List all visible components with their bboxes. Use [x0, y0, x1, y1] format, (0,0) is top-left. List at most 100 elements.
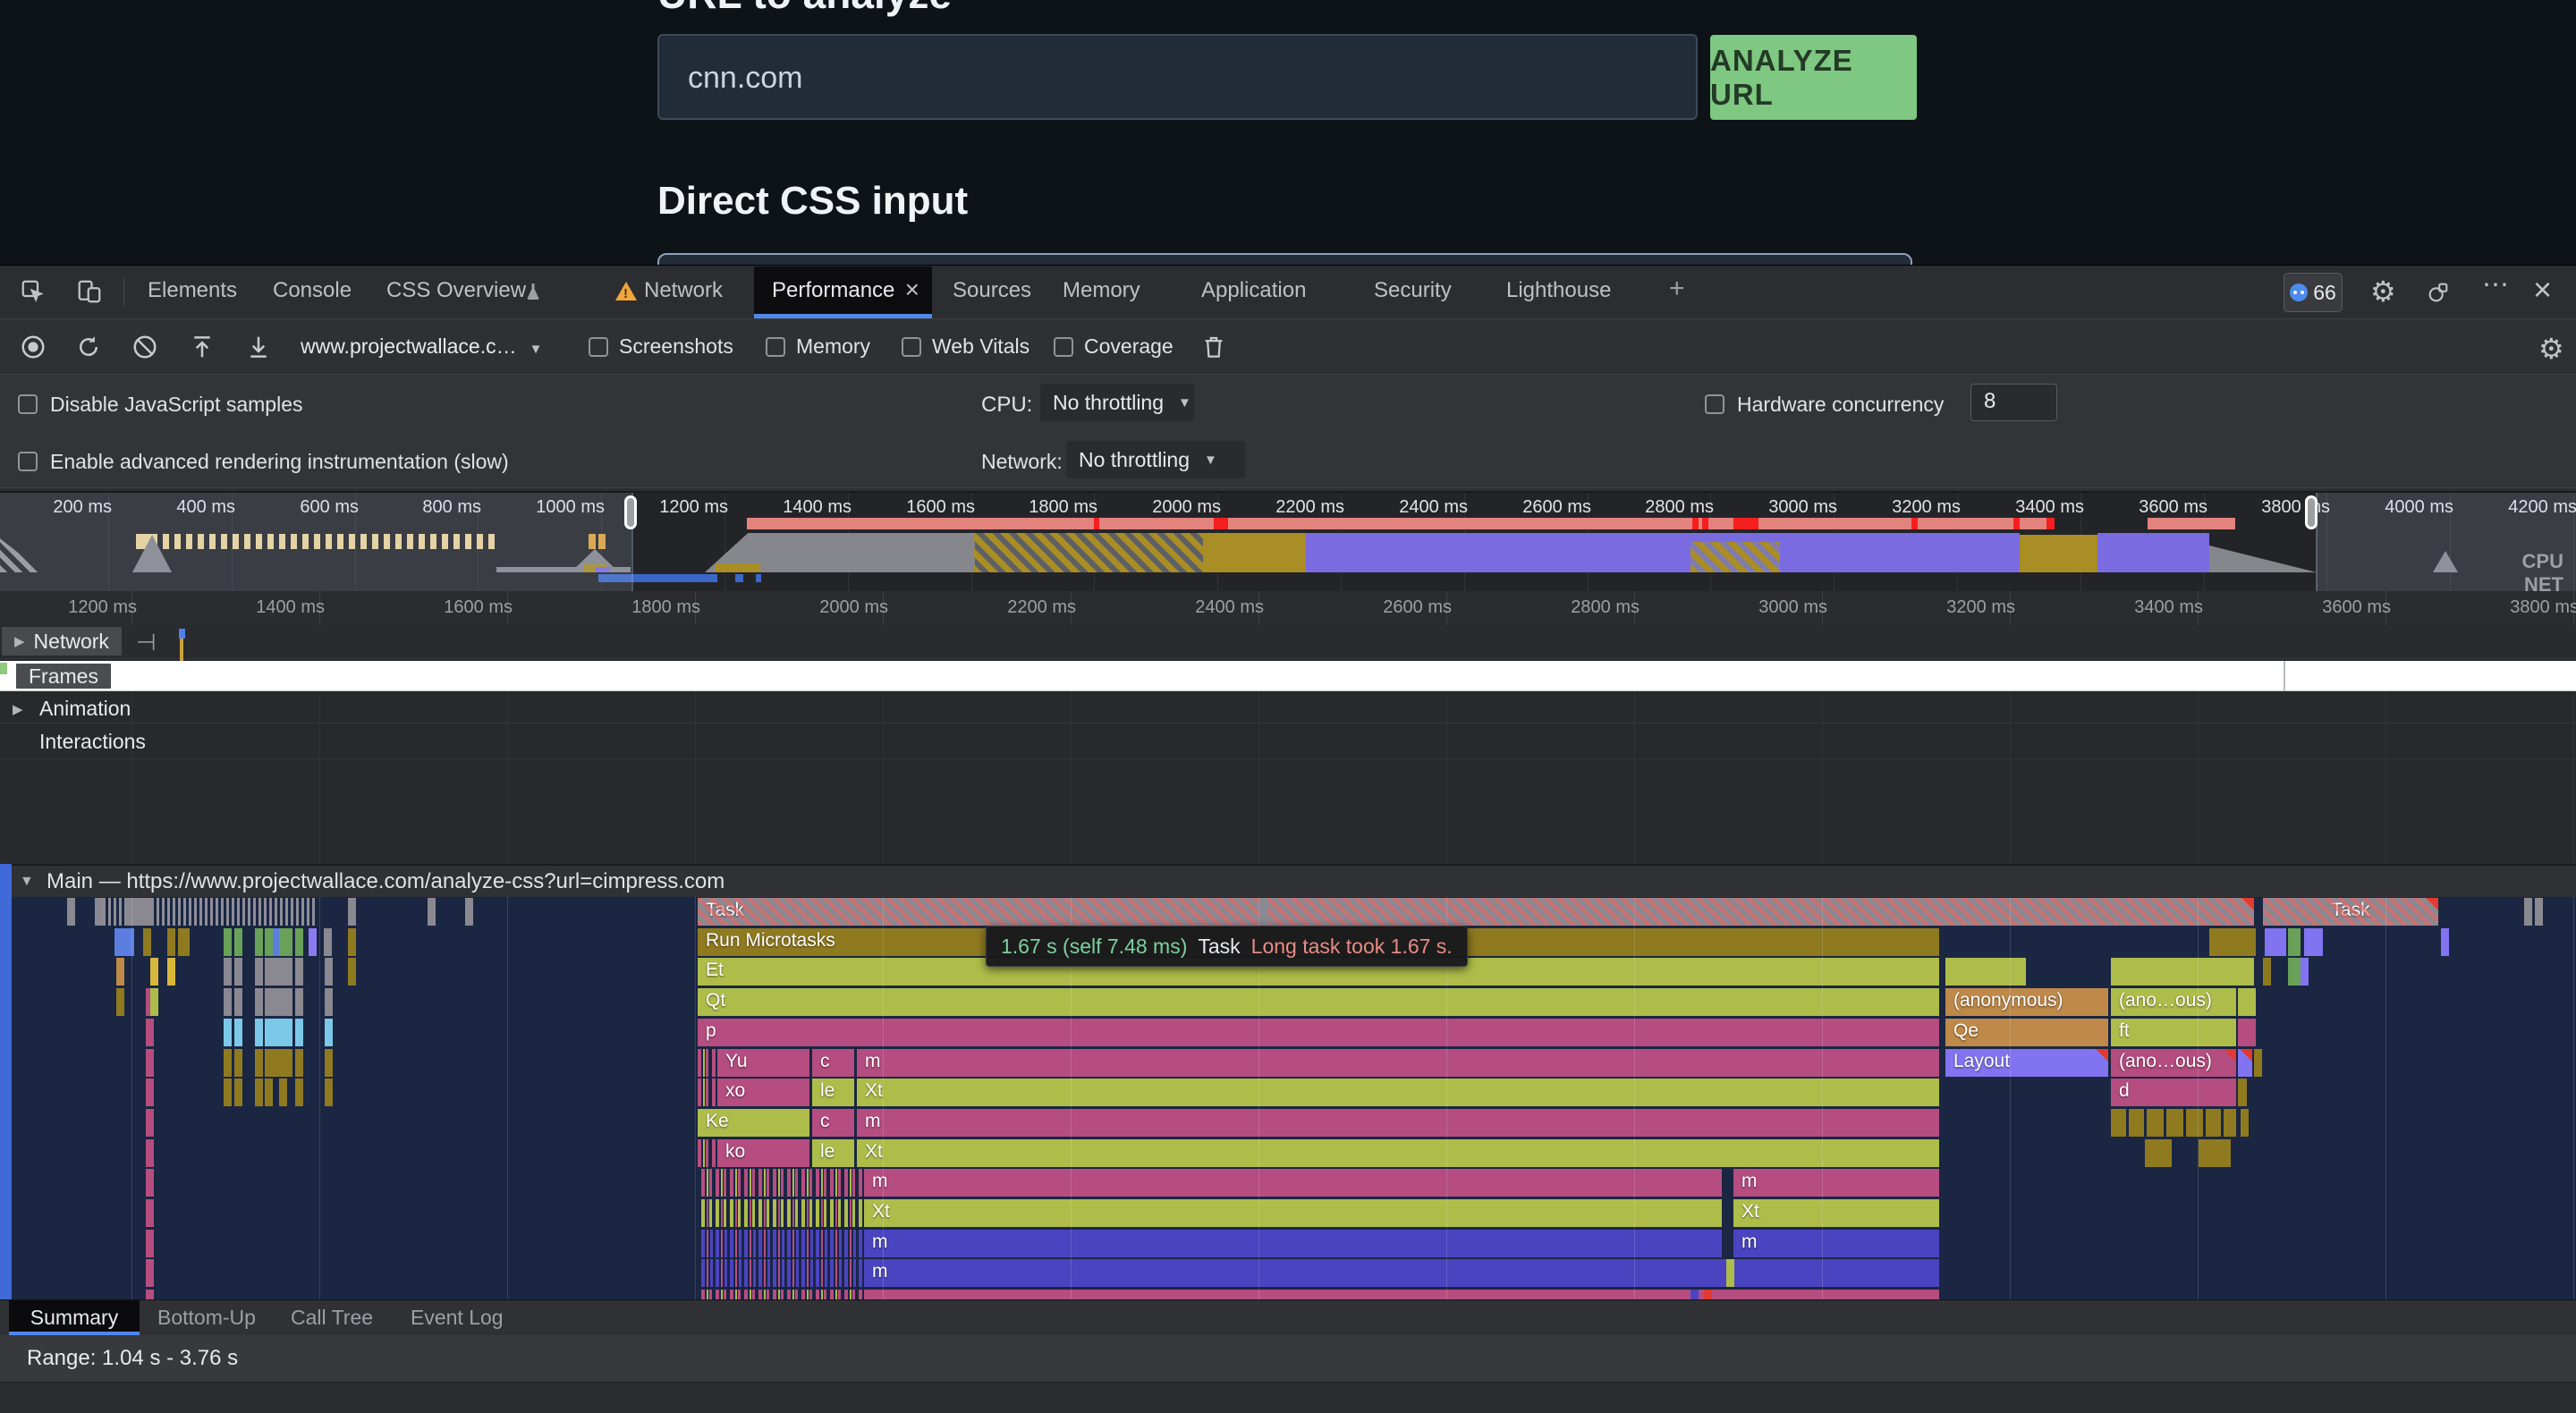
reload-record-icon[interactable] — [75, 334, 102, 360]
flame-chart[interactable]: TaskTaskRun MicrotasksEtQt(anonymous)(an… — [0, 897, 2576, 1299]
flame-bar[interactable] — [284, 1019, 292, 1046]
cpu-throttle-select[interactable]: No throttling▼ — [1040, 384, 1194, 421]
flame-bar[interactable] — [146, 1049, 154, 1077]
tab-lighthouse[interactable]: Lighthouse — [1506, 278, 1611, 303]
flame-bar[interactable] — [234, 1019, 242, 1046]
flame-bar[interactable] — [325, 958, 333, 986]
flame-bar[interactable] — [295, 988, 303, 1016]
flame-bar[interactable] — [295, 1079, 303, 1106]
flame-bar[interactable] — [295, 958, 303, 986]
flame-bar[interactable] — [150, 988, 158, 1016]
tab-elements[interactable]: Elements — [148, 278, 237, 303]
flame-bar-Task[interactable]: Task — [698, 898, 2254, 926]
flame-bar[interactable] — [224, 928, 232, 956]
flame-bar[interactable] — [2238, 988, 2256, 1016]
timeline-overview[interactable]: 200 ms400 ms600 ms800 ms1000 ms1200 ms14… — [0, 491, 2576, 593]
flame-bar[interactable] — [295, 1019, 303, 1046]
flame-bar[interactable] — [143, 928, 151, 956]
coverage-checkbox[interactable] — [1054, 337, 1073, 357]
flame-bar[interactable] — [255, 958, 263, 986]
clear-icon[interactable] — [131, 334, 158, 360]
frames-track[interactable]: Frames — [0, 661, 2576, 691]
flame-bar[interactable] — [2186, 1109, 2203, 1137]
flame-bar[interactable] — [1945, 958, 2026, 986]
flame-bar[interactable] — [224, 1079, 232, 1106]
flame-bar[interactable] — [2315, 928, 2323, 956]
flame-bar[interactable] — [698, 1139, 717, 1167]
flame-bar-xo[interactable]: xo — [717, 1079, 809, 1106]
flame-bar[interactable] — [2129, 1109, 2144, 1137]
flame-bar[interactable] — [324, 928, 332, 956]
capture-settings-gear-icon[interactable]: ⚙ — [2538, 332, 2564, 366]
hardware-concurrency-input[interactable]: 8 — [1970, 384, 2057, 421]
flame-bar[interactable] — [146, 1230, 154, 1257]
flame-bar[interactable] — [167, 928, 175, 956]
network-request-bar[interactable] — [179, 629, 185, 639]
flame-bar[interactable] — [2166, 1109, 2183, 1137]
flame-bar[interactable] — [146, 1019, 154, 1046]
flame-bar[interactable] — [2265, 928, 2286, 956]
flame-bar[interactable] — [309, 928, 317, 956]
flame-bar[interactable] — [2241, 1109, 2249, 1137]
flame-bar[interactable] — [265, 928, 273, 956]
flame-bar[interactable] — [265, 958, 273, 986]
flame-bar[interactable] — [2238, 1019, 2256, 1046]
flame-bar[interactable] — [125, 928, 134, 956]
flame-bar[interactable] — [234, 1049, 242, 1077]
flame-bar[interactable] — [224, 988, 232, 1016]
flame-bar[interactable] — [146, 1290, 154, 1299]
flame-bar-Ke[interactable]: Ke — [698, 1109, 809, 1137]
tab-sources[interactable]: Sources — [953, 278, 1031, 303]
flame-bar[interactable] — [1690, 1290, 1699, 1299]
flame-bar[interactable] — [1726, 1259, 1734, 1287]
flame-bar[interactable] — [325, 1019, 333, 1046]
bottom-tab-summary[interactable]: Summary — [9, 1300, 140, 1335]
flame-bar-m[interactable]: m — [864, 1259, 1939, 1287]
flame-bar[interactable] — [2111, 1109, 2126, 1137]
collapse-triangle-icon[interactable]: ▶ — [14, 633, 25, 649]
flame-bar[interactable] — [2224, 1109, 2236, 1137]
flame-bar[interactable] — [265, 1049, 273, 1077]
flame-bar-p[interactable]: p — [698, 1019, 1939, 1046]
flame-bar[interactable] — [701, 1230, 862, 1257]
flame-bar-Qt[interactable]: Qt — [698, 988, 1939, 1016]
flame-bar[interactable] — [348, 958, 356, 986]
flame-bar-Task[interactable]: Task — [2263, 898, 2438, 926]
tab-network[interactable]: Network — [644, 278, 723, 303]
flame-bar-Xt[interactable]: Xt — [857, 1079, 1939, 1106]
tab-console[interactable]: Console — [273, 278, 352, 303]
flame-bar[interactable] — [698, 1049, 717, 1077]
record-icon[interactable] — [20, 334, 47, 360]
flame-bar[interactable] — [224, 958, 232, 986]
flame-bar[interactable] — [234, 958, 242, 986]
flame-bar[interactable] — [701, 1169, 862, 1197]
flame-bar[interactable] — [284, 958, 292, 986]
expand-triangle-icon[interactable]: ▼ — [20, 874, 34, 890]
flame-bar[interactable] — [864, 1290, 1939, 1299]
flame-bar[interactable] — [265, 1019, 273, 1046]
flame-bar[interactable] — [95, 898, 103, 926]
flame-bar-ft[interactable]: ft — [2111, 1019, 2236, 1046]
flame-bar[interactable] — [125, 898, 154, 926]
flame-bar[interactable] — [698, 1079, 717, 1106]
flame-bar[interactable] — [146, 1109, 154, 1137]
history-select[interactable]: www.projectwallace.c…▼ — [301, 334, 542, 359]
inspect-icon[interactable] — [20, 278, 47, 305]
flame-bar[interactable] — [224, 1049, 232, 1077]
flame-bar[interactable] — [150, 958, 158, 986]
flame-bar[interactable] — [2288, 928, 2301, 956]
flame-bar[interactable] — [325, 1049, 333, 1077]
flame-bar-Layout[interactable]: Layout — [1945, 1049, 2108, 1077]
flame-bar-le[interactable]: le — [812, 1139, 854, 1167]
flame-bar-m[interactable]: m — [857, 1109, 1939, 1137]
flame-bar[interactable] — [234, 928, 242, 956]
network-track[interactable]: ▶ Network ⊣ — [0, 625, 2576, 659]
flame-bar-Xt[interactable]: Xt — [864, 1199, 1722, 1227]
flame-bar[interactable] — [234, 1079, 242, 1106]
flame-bar[interactable] — [255, 1019, 263, 1046]
flame-bar-Qe[interactable]: Qe — [1945, 1019, 2108, 1046]
flame-bar-d[interactable]: d — [2111, 1079, 2236, 1106]
flame-bar[interactable] — [116, 988, 124, 1016]
bottom-tab-bottom-up[interactable]: Bottom-Up — [157, 1300, 256, 1335]
hardware-concurrency-checkbox[interactable] — [1705, 394, 1724, 414]
